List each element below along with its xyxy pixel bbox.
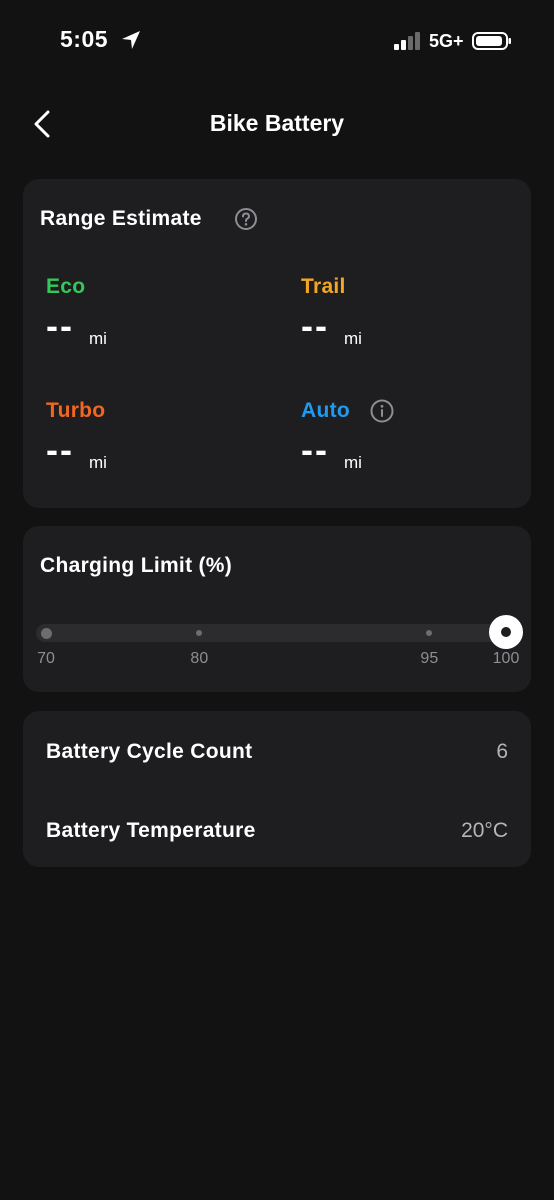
battery-temperature-label: Battery Temperature [46, 819, 256, 842]
navigation-bar: Bike Battery [0, 96, 554, 152]
charging-limit-card: Charging Limit (%) 70 80 95 100 [23, 526, 531, 692]
range-value-turbo: -- [46, 429, 74, 470]
status-bar: 5:05 5G+ [0, 0, 554, 84]
mode-name-trail: Trail [301, 275, 346, 298]
battery-cycle-count-label: Battery Cycle Count [46, 740, 253, 763]
mode-name-eco: Eco [46, 275, 86, 298]
slider-stop-70[interactable] [40, 627, 52, 639]
range-unit-trail: mi [344, 329, 362, 348]
battery-temperature-value: 20°C [461, 819, 508, 842]
slider-tick-label-70: 70 [37, 650, 55, 667]
slider-tick-label-100: 100 [492, 650, 520, 667]
range-value-eco: -- [46, 305, 74, 346]
mode-trail: Trail -- mi [301, 275, 501, 375]
battery-cycle-count-value: 6 [496, 740, 508, 763]
slider-thumb[interactable] [489, 615, 523, 649]
page-title: Bike Battery [209, 110, 345, 136]
status-time: 5:05 [60, 26, 109, 52]
mode-name-turbo: Turbo [46, 399, 106, 422]
range-value-auto: -- [301, 429, 329, 470]
slider-tick-label-95: 95 [420, 650, 439, 667]
charging-limit-slider[interactable] [36, 615, 524, 651]
cellular-signal-icon [394, 32, 420, 50]
battery-info-card: Battery Cycle Count 6 Battery Temperatur… [23, 711, 531, 867]
range-unit-eco: mi [89, 329, 107, 348]
mode-eco: Eco -- mi [46, 275, 246, 375]
range-estimate-title: Range Estimate [40, 207, 202, 230]
range-estimate-card: Range Estimate Eco -- mi Trail -- mi Tur… [23, 179, 531, 508]
range-value-trail: -- [301, 305, 329, 346]
mode-auto: Auto -- mi [301, 399, 501, 499]
network-type: 5G+ [429, 31, 464, 51]
battery-cycle-count-row: Battery Cycle Count 6 [46, 732, 508, 772]
battery-temperature-row: Battery Temperature 20°C [46, 811, 508, 851]
battery-status-icon [472, 32, 511, 50]
location-arrow-icon [122, 31, 140, 49]
mode-name-auto: Auto [301, 399, 351, 422]
charging-limit-title: Charging Limit (%) [40, 554, 233, 577]
question-help-icon[interactable] [234, 207, 258, 231]
mode-turbo: Turbo -- mi [46, 399, 246, 499]
info-icon[interactable] [370, 399, 394, 423]
range-unit-turbo: mi [89, 453, 107, 472]
slider-track[interactable] [36, 624, 520, 642]
range-unit-auto: mi [344, 453, 362, 472]
slider-tick-label-80: 80 [190, 650, 209, 667]
